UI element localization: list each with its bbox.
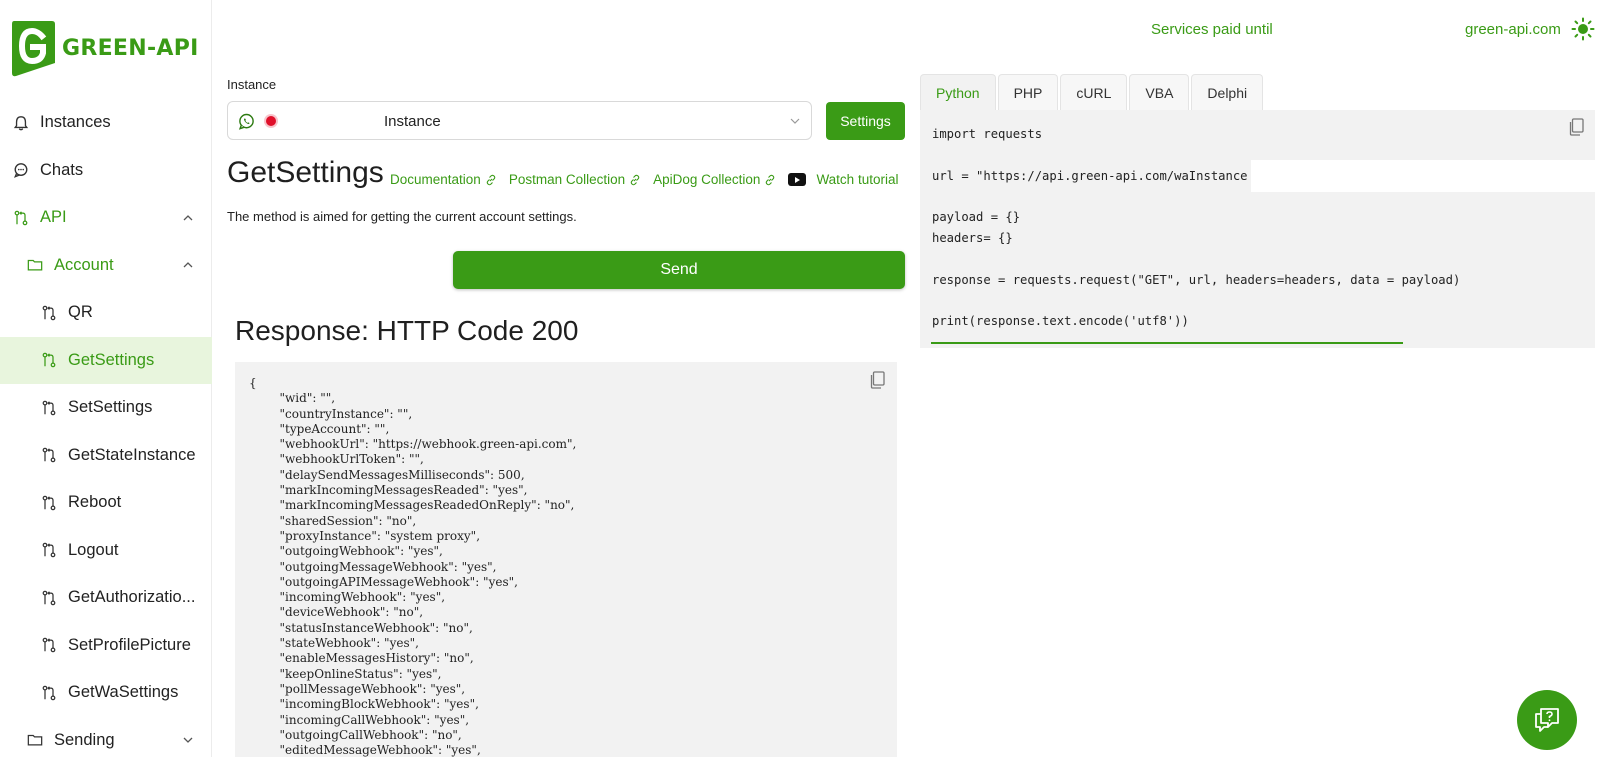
sidebar-item-reboot[interactable]: Reboot [0, 479, 212, 527]
sidebar-item-label: Chats [40, 160, 84, 179]
services-paid-until: Services paid until [1151, 21, 1273, 38]
copy-icon[interactable] [869, 371, 885, 389]
folder-icon [26, 731, 44, 749]
chat-icon [12, 161, 30, 179]
postman-link-label: Postman Collection [508, 172, 626, 187]
folder-icon [26, 256, 44, 274]
sidebar-item-instances[interactable]: Instances [0, 99, 212, 147]
code-snippet: import requests url = "https://api.green… [932, 127, 1461, 329]
sidebar-item-label: SetProfilePicture [68, 635, 191, 654]
sidebar-item-getauthorizationcode[interactable]: GetAuthorizatio... [0, 574, 212, 622]
help-chat-icon [1535, 708, 1559, 732]
documentation-link-label: Documentation [390, 172, 481, 187]
sidebar-item-label: Sending [54, 730, 115, 749]
method-description: The method is aimed for getting the curr… [227, 209, 577, 224]
git-icon [12, 209, 30, 227]
sidebar-item-label: Account [54, 255, 114, 274]
documentation-links: Documentation Postman Collection ApiDog … [390, 172, 898, 187]
whatsapp-icon [238, 113, 254, 130]
sidebar-item-label: QR [68, 303, 93, 322]
sun-icon[interactable] [1571, 17, 1595, 41]
horizontal-scrollbar[interactable] [931, 342, 1403, 344]
chevron-up-icon [183, 214, 193, 221]
sidebar-item-label: GetAuthorizatio... [68, 588, 196, 607]
sidebar-item-api[interactable]: API [0, 194, 212, 242]
brand-name: GREEN-API [62, 35, 199, 61]
settings-button[interactable]: Settings [826, 102, 905, 140]
chevron-down-icon [790, 118, 800, 124]
watch-tutorial-link[interactable]: Watch tutorial [788, 172, 898, 187]
tab-vba[interactable]: VBA [1129, 74, 1190, 110]
git-icon [40, 541, 58, 559]
git-icon [40, 399, 58, 417]
tab-php[interactable]: PHP [997, 74, 1059, 110]
code-snippet-panel[interactable]: import requests url = "https://api.green… [920, 110, 1595, 348]
sidebar-item-logout[interactable]: Logout [0, 527, 212, 575]
git-icon [40, 351, 58, 369]
link-icon [630, 174, 640, 185]
sidebar-item-label: GetWaSettings [68, 683, 179, 702]
youtube-icon [788, 173, 807, 186]
sidebar-item-chats[interactable]: Chats [0, 147, 212, 195]
sidebar-item-getstateinstance[interactable]: GetStateInstance [0, 432, 212, 480]
git-icon [40, 636, 58, 654]
tab-python[interactable]: Python [920, 74, 996, 110]
instance-select[interactable]: Instance [227, 101, 812, 140]
logo[interactable]: GREEN-API [10, 19, 199, 77]
postman-collection-link[interactable]: Postman Collection [509, 172, 641, 187]
response-json: { "wid": "", "countryInstance": "", "typ… [249, 376, 577, 757]
git-icon [40, 494, 58, 512]
response-body[interactable]: { "wid": "", "countryInstance": "", "typ… [235, 362, 897, 757]
sidebar-item-getwasettings[interactable]: GetWaSettings [0, 669, 212, 717]
sidebar-item-label: SetSettings [68, 398, 153, 417]
send-button[interactable]: Send [453, 251, 905, 289]
sidebar-item-label: Instances [40, 113, 111, 132]
git-icon [40, 684, 58, 702]
chevron-down-icon [183, 737, 193, 744]
documentation-link[interactable]: Documentation [390, 172, 497, 187]
instance-select-value: Instance [384, 113, 441, 130]
domain-link[interactable]: green-api.com [1465, 21, 1561, 38]
sidebar-item-account[interactable]: Account [0, 242, 212, 290]
apidog-link-label: ApiDog Collection [653, 172, 761, 187]
sidebar-item-label: Reboot [68, 493, 122, 512]
watch-tutorial-label: Watch tutorial [816, 172, 899, 187]
green-api-logo-icon [12, 21, 55, 77]
sidebar-nav: Instances Chats API Account QR GetSettin… [0, 99, 212, 757]
sidebar-item-label: GetSettings [68, 350, 155, 369]
sidebar-item-setsettings[interactable]: SetSettings [0, 384, 212, 432]
sidebar-item-label: GetStateInstance [68, 445, 196, 464]
tab-curl[interactable]: cURL [1060, 74, 1128, 110]
apidog-collection-link[interactable]: ApiDog Collection [653, 172, 776, 187]
tab-delphi[interactable]: Delphi [1191, 74, 1264, 110]
help-chat-button[interactable] [1517, 690, 1577, 750]
instance-label: Instance [227, 77, 277, 92]
git-icon [40, 446, 58, 464]
sidebar-item-setprofilepicture[interactable]: SetProfilePicture [0, 622, 212, 670]
code-language-tabs: Python PHP cURL VBA Delphi [920, 74, 1265, 110]
sidebar-item-sending[interactable]: Sending [0, 717, 212, 757]
sidebar: GREEN-API Instances Chats API Account QR… [0, 0, 212, 757]
link-icon [766, 174, 775, 185]
bell-icon [12, 114, 30, 132]
page-title: GetSettings [227, 156, 384, 189]
copy-icon[interactable] [1568, 118, 1584, 136]
response-title: Response: HTTP Code 200 [235, 315, 579, 346]
link-icon [486, 174, 496, 185]
sidebar-item-qr[interactable]: QR [0, 289, 212, 337]
status-indicator [266, 116, 276, 126]
sidebar-item-getsettings[interactable]: GetSettings [0, 336, 212, 384]
chevron-up-icon [183, 262, 193, 268]
git-icon [40, 304, 58, 322]
sidebar-item-label: Logout [68, 540, 119, 559]
sidebar-item-label: API [40, 208, 67, 227]
git-icon [40, 589, 58, 607]
